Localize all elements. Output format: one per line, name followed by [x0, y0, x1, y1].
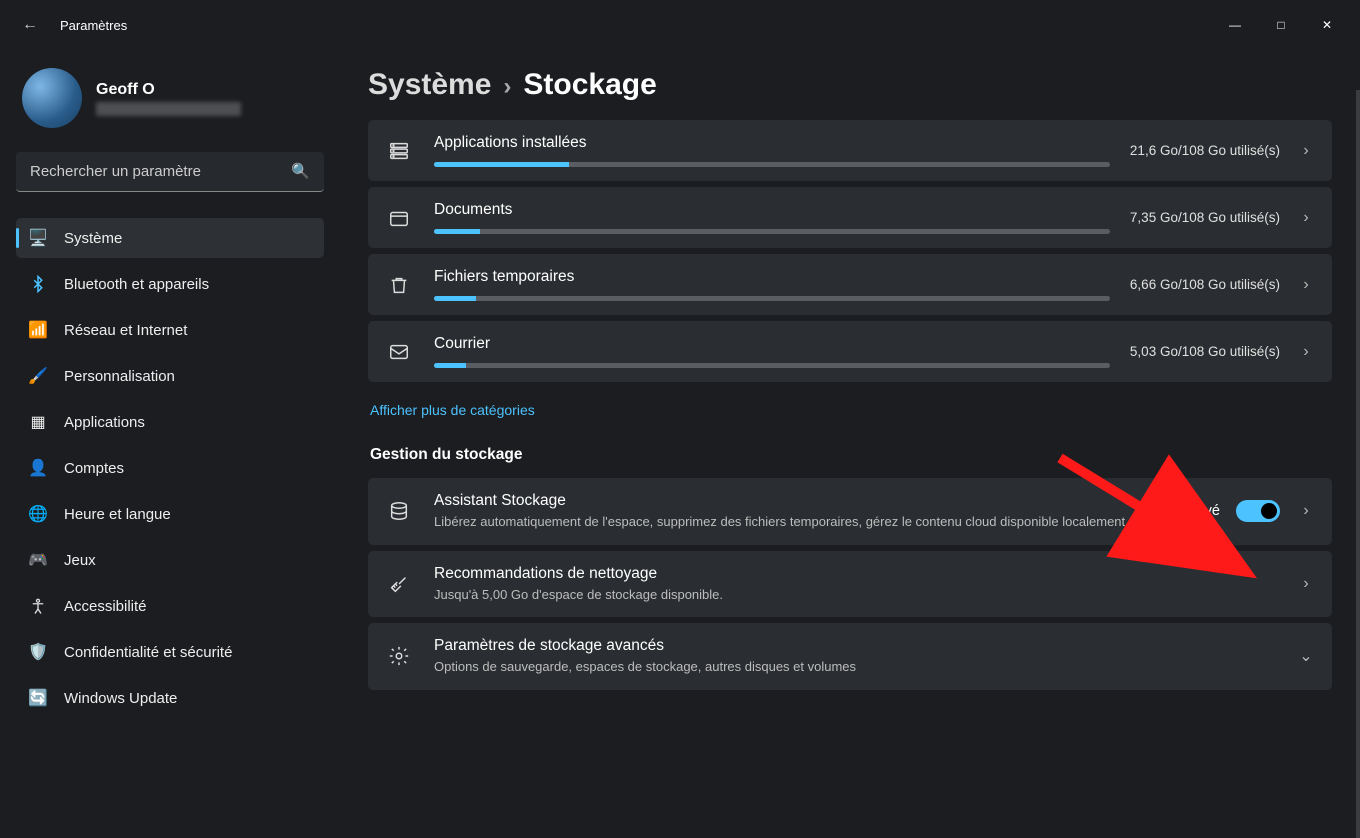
- search-box[interactable]: 🔍: [16, 152, 324, 192]
- storage-categories: Applications installées 21,6 Go/108 Go ut…: [368, 120, 1332, 382]
- storage-category-row[interactable]: Documents 7,35 Go/108 Go utilisé(s) ›: [368, 187, 1332, 248]
- nav-icon: 🎮: [28, 550, 48, 570]
- storage-sense-row[interactable]: Assistant Stockage Libérez automatiqueme…: [368, 478, 1332, 545]
- nav-item-jeux[interactable]: 🎮 Jeux: [16, 540, 324, 580]
- nav-item-windows-update[interactable]: 🔄 Windows Update: [16, 678, 324, 718]
- storage-sense-title: Assistant Stockage: [434, 492, 1161, 510]
- scrollbar[interactable]: [1356, 90, 1360, 838]
- nav-label: Réseau et Internet: [64, 322, 187, 339]
- minimize-button[interactable]: ―: [1212, 9, 1258, 41]
- category-title: Fichiers temporaires: [434, 268, 1110, 286]
- nav-label: Applications: [64, 414, 145, 431]
- apps-list-icon: [384, 140, 414, 162]
- usage-bar: [434, 162, 1110, 167]
- chevron-right-icon: ›: [1296, 209, 1316, 227]
- nav-item-confidentialit-et-s-curit[interactable]: 🛡️ Confidentialité et sécurité: [16, 632, 324, 672]
- nav-item-bluetooth-et-appareils[interactable]: Bluetooth et appareils: [16, 264, 324, 304]
- section-heading: Gestion du stockage: [370, 446, 1332, 464]
- nav-item-accessibilit[interactable]: Accessibilité: [16, 586, 324, 626]
- back-button[interactable]: ←: [10, 16, 50, 34]
- nav-icon: 📶: [28, 320, 48, 340]
- usage-text: 7,35 Go/108 Go utilisé(s): [1130, 210, 1280, 225]
- nav-label: Système: [64, 230, 122, 247]
- folder-icon: [384, 207, 414, 229]
- nav-icon: 🌐: [28, 504, 48, 524]
- nav-label: Bluetooth et appareils: [64, 276, 209, 293]
- storage-sense-icon: [384, 500, 414, 522]
- breadcrumb-parent[interactable]: Système: [368, 68, 491, 102]
- nav-label: Personnalisation: [64, 368, 175, 385]
- category-title: Courrier: [434, 335, 1110, 353]
- usage-text: 6,66 Go/108 Go utilisé(s): [1130, 277, 1280, 292]
- broom-icon: [384, 573, 414, 595]
- category-title: Applications installées: [434, 134, 1110, 152]
- usage-bar: [434, 363, 1110, 368]
- advanced-title: Paramètres de stockage avancés: [434, 637, 1276, 655]
- nav-icon: 🔄: [28, 688, 48, 708]
- nav-icon: 🖥️: [28, 228, 48, 248]
- storage-category-row[interactable]: Applications installées 21,6 Go/108 Go ut…: [368, 120, 1332, 181]
- window-controls: ― □ ✕: [1212, 9, 1350, 41]
- nav-label: Windows Update: [64, 690, 177, 707]
- user-email-redacted: [96, 102, 241, 116]
- storage-category-row[interactable]: Fichiers temporaires 6,66 Go/108 Go utili…: [368, 254, 1332, 315]
- maximize-button[interactable]: □: [1258, 9, 1304, 41]
- category-title: Documents: [434, 201, 1110, 219]
- nav-label: Confidentialité et sécurité: [64, 644, 232, 661]
- cleanup-recommendations-row[interactable]: Recommandations de nettoyage Jusqu'à 5,0…: [368, 551, 1332, 618]
- user-profile[interactable]: Geoff O: [22, 68, 318, 128]
- nav-item-comptes[interactable]: 👤 Comptes: [16, 448, 324, 488]
- nav-icon: [28, 596, 48, 616]
- trash-icon: [384, 274, 414, 296]
- nav-label: Heure et langue: [64, 506, 171, 523]
- usage-text: 5,03 Go/108 Go utilisé(s): [1130, 344, 1280, 359]
- chevron-right-icon: ›: [1296, 142, 1316, 160]
- advanced-storage-row[interactable]: Paramètres de stockage avancés Options d…: [368, 623, 1332, 690]
- app-title: Paramètres: [60, 18, 127, 33]
- storage-sense-desc: Libérez automatiquement de l'espace, sup…: [434, 513, 1161, 531]
- nav-item-syst-me[interactable]: 🖥️ Système: [16, 218, 324, 258]
- avatar: [22, 68, 82, 128]
- chevron-right-icon: ›: [1296, 575, 1316, 593]
- title-bar: ← Paramètres ― □ ✕: [0, 0, 1360, 50]
- nav-label: Comptes: [64, 460, 124, 477]
- chevron-right-icon: ›: [1296, 276, 1316, 294]
- chevron-right-icon: ›: [503, 73, 511, 101]
- usage-bar: [434, 229, 1110, 234]
- search-icon: 🔍: [291, 162, 310, 180]
- nav-item-applications[interactable]: ▦ Applications: [16, 402, 324, 442]
- nav-item-r-seau-et-internet[interactable]: 📶 Réseau et Internet: [16, 310, 324, 350]
- nav-icon: [28, 274, 48, 294]
- nav-label: Accessibilité: [64, 598, 147, 615]
- usage-text: 21,6 Go/108 Go utilisé(s): [1130, 143, 1280, 158]
- cleanup-desc: Jusqu'à 5,00 Go d'espace de stockage dis…: [434, 586, 1276, 604]
- search-input[interactable]: [16, 152, 324, 192]
- toggle-state-label: Activé: [1181, 503, 1221, 519]
- nav-label: Jeux: [64, 552, 96, 569]
- chevron-down-icon: ⌄: [1296, 646, 1316, 666]
- storage-category-row[interactable]: Courrier 5,03 Go/108 Go utilisé(s) ›: [368, 321, 1332, 382]
- nav-list: 🖥️ Système Bluetooth et appareils 📶 Réseau e…: [16, 218, 324, 718]
- chevron-right-icon: ›: [1296, 343, 1316, 361]
- nav-item-heure-et-langue[interactable]: 🌐 Heure et langue: [16, 494, 324, 534]
- breadcrumb: Système › Stockage: [368, 68, 1332, 102]
- storage-sense-toggle[interactable]: [1236, 500, 1280, 522]
- user-name: Geoff O: [96, 81, 241, 99]
- breadcrumb-current: Stockage: [523, 68, 656, 102]
- nav-icon: ▦: [28, 412, 48, 432]
- nav-icon: 🛡️: [28, 642, 48, 662]
- advanced-desc: Options de sauvegarde, espaces de stocka…: [434, 658, 1276, 676]
- mail-icon: [384, 341, 414, 363]
- nav-icon: 👤: [28, 458, 48, 478]
- show-more-link[interactable]: Afficher plus de catégories: [368, 388, 537, 442]
- sidebar: Geoff O 🔍 🖥️ Système Bluetooth et appareil…: [0, 50, 340, 838]
- usage-bar: [434, 296, 1110, 301]
- nav-item-personnalisation[interactable]: 🖌️ Personnalisation: [16, 356, 324, 396]
- close-button[interactable]: ✕: [1304, 9, 1350, 41]
- gear-icon: [384, 645, 414, 667]
- chevron-right-icon: ›: [1296, 502, 1316, 520]
- cleanup-title: Recommandations de nettoyage: [434, 565, 1276, 583]
- nav-icon: 🖌️: [28, 366, 48, 386]
- main-content: Système › Stockage Applications installé…: [340, 50, 1360, 838]
